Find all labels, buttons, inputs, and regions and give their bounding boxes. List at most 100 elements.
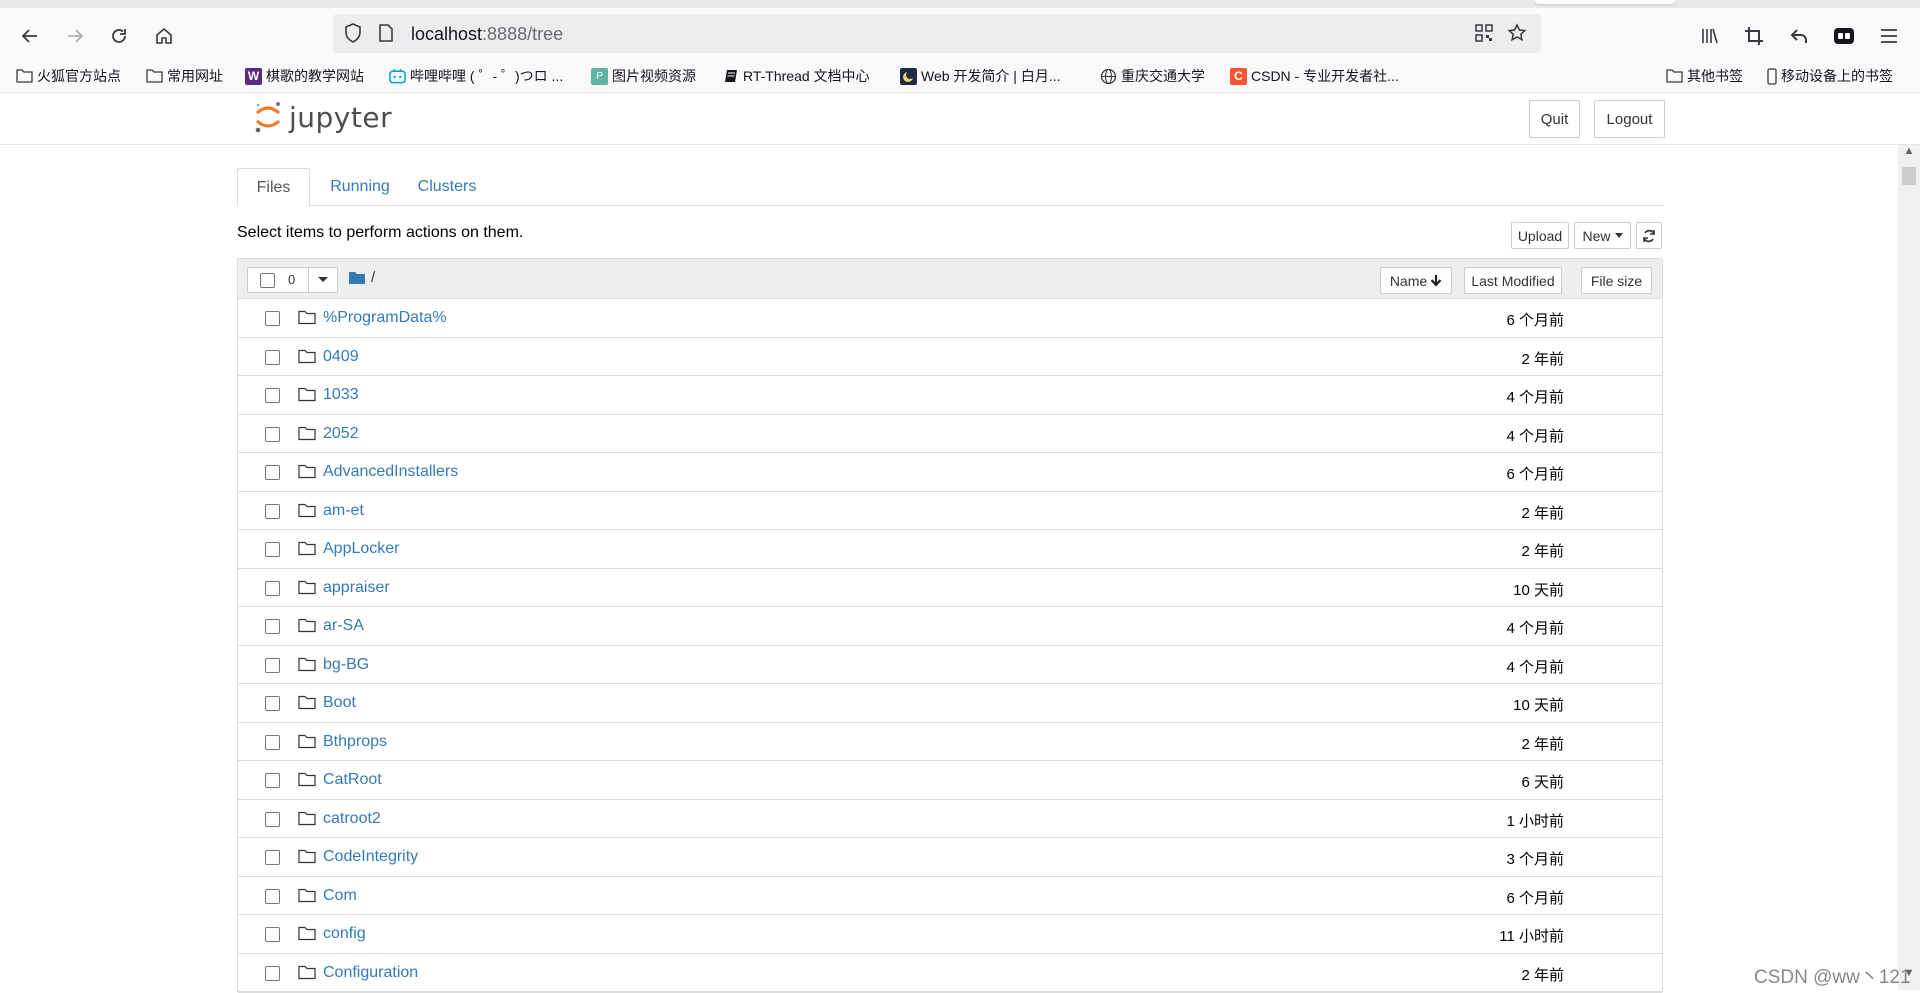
tab-files[interactable]: Files — [237, 168, 310, 207]
tab-running[interactable]: Running — [317, 168, 403, 206]
row-checkbox[interactable] — [265, 465, 280, 480]
row-checkbox[interactable] — [265, 734, 280, 750]
url-text[interactable]: localhost:8888/tree — [411, 24, 563, 45]
table-row[interactable]: ar-SA 4 个月前 — [238, 607, 1662, 646]
sort-by-name-button[interactable]: Name — [1380, 267, 1452, 294]
item-name-link[interactable]: %ProgramData% — [323, 309, 447, 327]
row-checkbox[interactable] — [265, 811, 280, 827]
tab-clusters[interactable]: Clusters — [407, 168, 487, 206]
extension-button[interactable] — [1828, 20, 1860, 52]
table-row[interactable]: 1033 4 个月前 — [238, 376, 1662, 415]
row-checkbox[interactable] — [265, 311, 280, 326]
table-row[interactable]: Configuration 2 年前 — [238, 954, 1662, 992]
screenshot-button[interactable] — [1738, 20, 1770, 52]
row-checkbox[interactable] — [265, 888, 280, 904]
row-checkbox[interactable] — [265, 657, 280, 673]
item-name-link[interactable]: Configuration — [323, 964, 418, 982]
table-row[interactable]: Com 6 个月前 — [238, 877, 1662, 915]
item-name-link[interactable]: CodeIntegrity — [323, 848, 418, 866]
table-row[interactable]: %ProgramData% 6 个月前 — [238, 299, 1662, 338]
bookmark-item[interactable]: W 棋歌的教学网站 — [245, 65, 364, 87]
item-name-link[interactable]: bg-BG — [323, 656, 369, 674]
row-checkbox[interactable] — [265, 927, 280, 942]
row-checkbox[interactable] — [265, 696, 280, 711]
forward-button[interactable] — [59, 20, 91, 52]
table-row[interactable]: Bthprops 2 年前 — [238, 723, 1662, 761]
item-name-link[interactable]: Boot — [323, 694, 356, 712]
upload-button[interactable]: Upload — [1511, 222, 1569, 249]
item-name-link[interactable]: 1033 — [323, 386, 359, 404]
item-name-link[interactable]: Com — [323, 887, 357, 905]
select-all-control[interactable]: 0 — [247, 267, 338, 293]
table-row[interactable]: Boot 10 天前 — [238, 684, 1662, 723]
address-bar[interactable]: localhost:8888/tree — [333, 14, 1541, 53]
row-checkbox[interactable] — [265, 388, 280, 403]
sort-by-size-button[interactable]: File size — [1581, 267, 1652, 294]
qr-code-icon[interactable] — [1473, 22, 1495, 44]
table-row[interactable]: 2052 4 个月前 — [238, 415, 1662, 453]
item-name-link[interactable]: config — [323, 925, 366, 943]
refresh-button[interactable] — [1636, 222, 1662, 249]
home-button[interactable] — [148, 20, 180, 52]
item-name-link[interactable]: appraiser — [323, 579, 390, 597]
browser-tab-edge[interactable] — [1535, 0, 1675, 4]
item-name-link[interactable]: 0409 — [323, 348, 359, 366]
table-row[interactable]: bg-BG 4 个月前 — [238, 646, 1662, 684]
item-name-link[interactable]: 2052 — [323, 425, 359, 443]
table-row[interactable]: 0409 2 年前 — [238, 338, 1662, 376]
item-name-link[interactable]: am-et — [323, 502, 364, 520]
bookmark-item[interactable]: RT-Thread 文档中心 — [722, 65, 870, 87]
table-row[interactable]: CodeIntegrity 3 个月前 — [238, 838, 1662, 877]
back-button[interactable] — [14, 20, 46, 52]
row-checkbox[interactable] — [265, 426, 280, 442]
bookmark-item[interactable]: 移动设备上的书签 — [1766, 65, 1893, 87]
row-checkbox[interactable] — [265, 619, 280, 634]
table-row[interactable]: am-et 2 年前 — [238, 492, 1662, 530]
breadcrumb[interactable]: / — [349, 269, 375, 286]
row-checkbox[interactable] — [265, 965, 280, 981]
page-scrollbar[interactable]: ▲ ▼ — [1898, 145, 1920, 990]
reload-button[interactable] — [103, 20, 135, 52]
item-name-link[interactable]: catroot2 — [323, 810, 381, 828]
item-name-link[interactable]: ar-SA — [323, 617, 364, 635]
table-row[interactable]: config 11 小时前 — [238, 915, 1662, 954]
shield-icon[interactable] — [342, 22, 364, 44]
row-checkbox[interactable] — [265, 349, 280, 365]
table-row[interactable]: appraiser 10 天前 — [238, 569, 1662, 607]
item-name-link[interactable]: CatRoot — [323, 771, 382, 789]
page-info-icon[interactable] — [375, 22, 397, 44]
table-row[interactable]: catroot2 1 小时前 — [238, 800, 1662, 838]
row-checkbox[interactable] — [265, 503, 280, 519]
select-all-checkbox[interactable] — [260, 273, 275, 288]
bookmark-item[interactable]: 其他书签 — [1666, 65, 1743, 87]
bookmark-item[interactable]: 火狐官方站点 — [16, 65, 121, 87]
bookmark-star-icon[interactable] — [1506, 22, 1528, 44]
table-row[interactable]: AdvancedInstallers 6 个月前 — [238, 453, 1662, 492]
bookmark-item[interactable]: 重庆交通大学 — [1100, 65, 1205, 87]
bookmark-item[interactable]: 哔哩哔哩 ( ゜- ゜)つロ ... — [389, 65, 563, 87]
table-row[interactable]: CatRoot 6 天前 — [238, 761, 1662, 800]
row-checkbox[interactable] — [265, 542, 280, 557]
item-name-link[interactable]: Bthprops — [323, 733, 387, 751]
caret-down-icon[interactable] — [318, 277, 328, 282]
library-button[interactable] — [1694, 20, 1726, 52]
undo-close-button[interactable] — [1783, 20, 1815, 52]
bookmark-item[interactable]: C CSDN - 专业开发者社... — [1230, 65, 1399, 87]
row-checkbox[interactable] — [265, 580, 280, 596]
item-name-link[interactable]: AdvancedInstallers — [323, 463, 458, 481]
table-row[interactable]: AppLocker 2 年前 — [238, 530, 1662, 569]
sort-by-modified-button[interactable]: Last Modified — [1464, 267, 1562, 294]
row-checkbox[interactable] — [265, 850, 280, 865]
bookmark-item[interactable]: 常用网址 — [146, 65, 223, 87]
scroll-up-arrow-icon[interactable]: ▲ — [1902, 145, 1916, 161]
app-menu-button[interactable] — [1873, 20, 1905, 52]
jupyter-logo[interactable]: jupyter — [253, 100, 392, 134]
scrollbar-thumb[interactable] — [1902, 167, 1916, 185]
row-checkbox[interactable] — [265, 773, 280, 788]
bookmark-item[interactable]: Web 开发简介 | 白月... — [900, 65, 1061, 87]
new-dropdown-button[interactable]: New — [1574, 222, 1631, 249]
quit-button[interactable]: Quit — [1529, 100, 1580, 138]
bookmark-item[interactable]: P 图片视频资源 — [591, 65, 696, 87]
item-name-link[interactable]: AppLocker — [323, 540, 400, 558]
logout-button[interactable]: Logout — [1594, 100, 1665, 138]
